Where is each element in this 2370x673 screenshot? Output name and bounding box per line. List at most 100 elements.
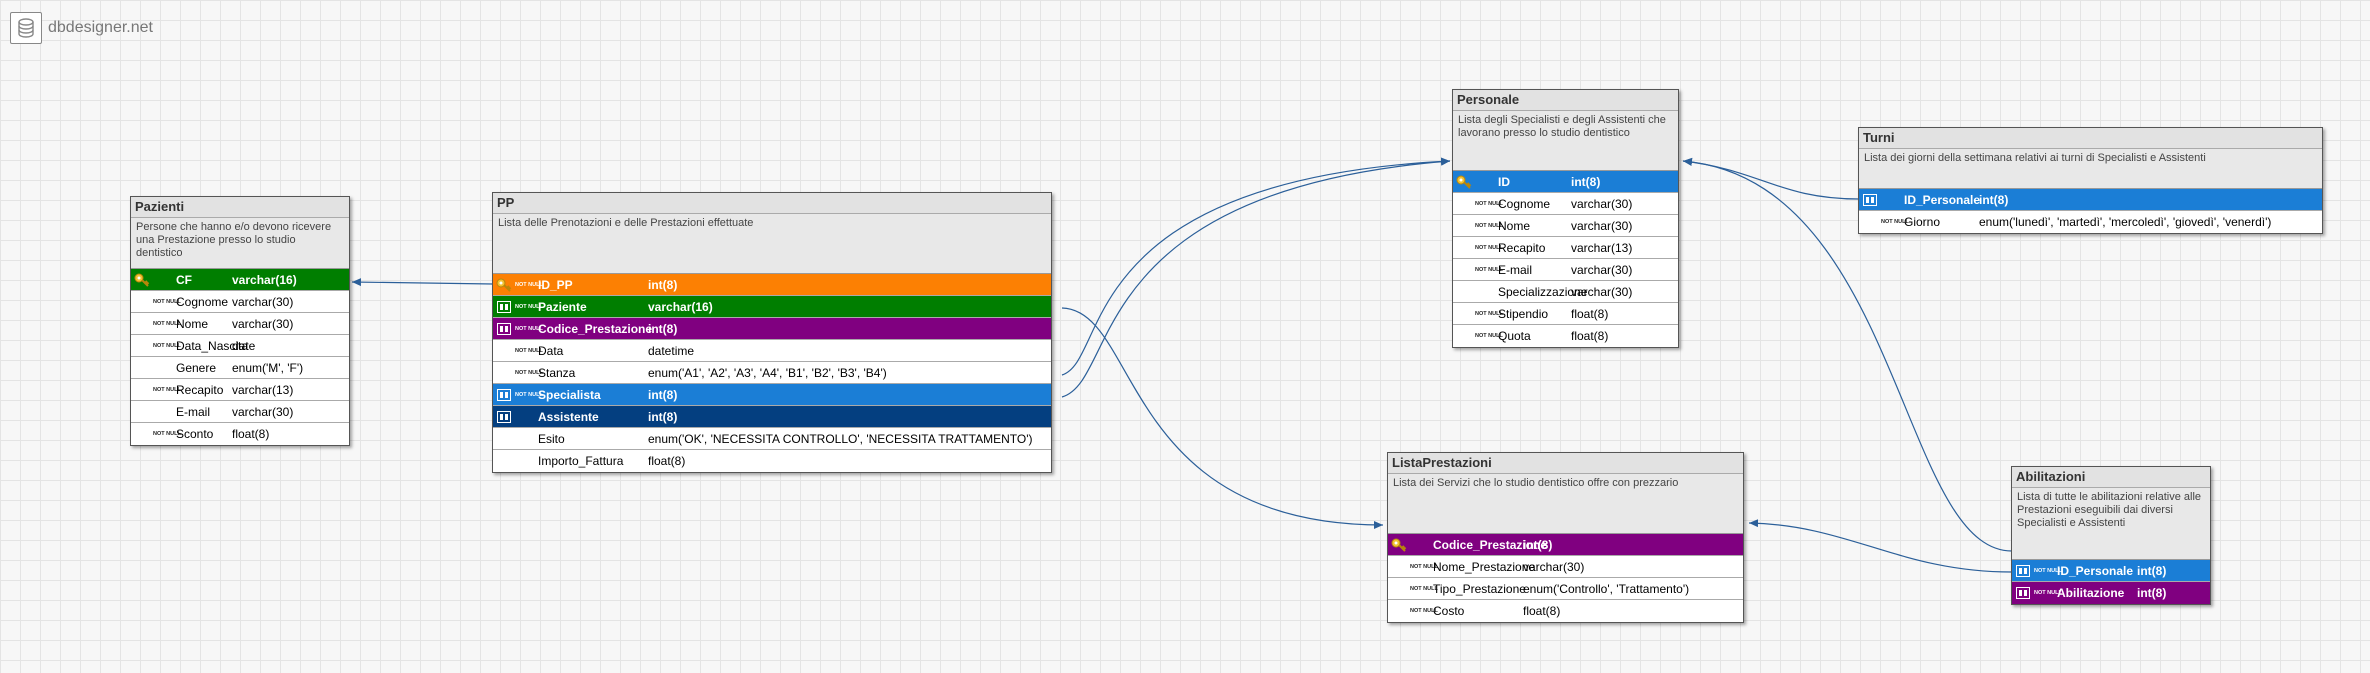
column-type: varchar(30) [232, 317, 294, 331]
column-type: float(8) [1523, 604, 1561, 618]
table-listaprestazioni[interactable]: ListaPrestazioni Lista dei Servizi che lo… [1387, 452, 1744, 623]
table-pazienti[interactable]: Pazienti Persone che hanno e/o devono ric… [130, 196, 350, 446]
column-name: Cognome [176, 294, 229, 309]
table-row[interactable]: Codice_Prestazione int(8) [1388, 534, 1743, 556]
column-name: Giorno [1904, 215, 1941, 229]
column-type: int(8) [648, 410, 678, 424]
table-abilitazioni[interactable]: Abilitazioni Lista di tutte le abilitazio… [2011, 466, 2211, 605]
column-name: Recapito [1498, 240, 1546, 255]
column-name: Nome [1498, 218, 1531, 233]
foreign-key-icon [493, 322, 515, 335]
table-row[interactable]: NOT NULL Nome varchar(30) [131, 313, 349, 335]
table-row[interactable]: NOT NULL Stipendio float(8) [1453, 303, 1678, 325]
table-description: Lista dei giorni della settimana relativ… [1859, 149, 2322, 189]
column-name: Importo_Fattura [538, 454, 624, 468]
table-row[interactable]: NOT NULL Paziente varchar(16) [493, 296, 1051, 318]
column-name: ID_PP [538, 277, 573, 292]
not-null-marker: NOT NULL [515, 347, 543, 354]
table-row[interactable]: NOT NULL Recapito varchar(13) [131, 379, 349, 401]
column-type: enum('M', 'F') [232, 361, 304, 375]
key-icon [1453, 175, 1475, 189]
app-logo[interactable]: dbdesigner.net [10, 12, 153, 44]
not-null-marker: NOT NULL [515, 325, 543, 332]
foreign-key-icon [493, 410, 515, 423]
column-name: E-mail [1498, 262, 1533, 277]
not-null-marker: NOT NULL [153, 342, 181, 349]
not-null-marker: NOT NULL [1475, 310, 1503, 317]
column-name: Abilitazione [2057, 586, 2125, 600]
table-title[interactable]: Turni [1859, 128, 2322, 149]
table-row[interactable]: NOT NULL Cognome varchar(30) [131, 291, 349, 313]
column-name: Quota [1498, 329, 1531, 343]
table-row[interactable]: Importo_Fattura float(8) [493, 450, 1051, 472]
link-turni-to-personale-id [1682, 158, 1860, 200]
table-row[interactable]: Esito enum('OK', 'NECESSITA CONTROLLO', '… [493, 428, 1051, 450]
table-row[interactable]: Assistente int(8) [493, 406, 1051, 428]
table-row[interactable]: NOT NULL Giorno enum('lunedì', 'martedì', … [1859, 211, 2322, 233]
column-name: ID_Personale [1904, 192, 1981, 207]
table-row[interactable]: NOT NULL Cognome varchar(30) [1453, 193, 1678, 215]
table-row[interactable]: NOT NULL Abilitazione int(8) [2012, 582, 2210, 604]
table-row[interactable]: NOT NULL E-mail varchar(30) [1453, 259, 1678, 281]
table-row[interactable]: NOT NULL Recapito varchar(13) [1453, 237, 1678, 259]
not-null-marker: NOT NULL [1475, 200, 1503, 207]
column-type: varchar(30) [1571, 263, 1633, 277]
table-title[interactable]: Personale [1453, 90, 1678, 111]
table-row[interactable]: NOT NULL Sconto float(8) [131, 423, 349, 445]
column-type: int(8) [2137, 564, 2167, 578]
table-title[interactable]: PP [493, 193, 1051, 214]
not-null-marker: NOT NULL [515, 303, 543, 310]
table-row[interactable]: NOT NULL Stanza enum('A1', 'A2', 'A3', 'A4… [493, 362, 1051, 384]
table-pp[interactable]: PP Lista delle Prenotazioni e delle Prest… [492, 192, 1052, 473]
table-row[interactable]: NOT NULL Data datetime [493, 340, 1051, 362]
column-type: varchar(16) [648, 300, 713, 314]
table-turni[interactable]: Turni Lista dei giorni della settimana re… [1858, 127, 2323, 234]
table-row[interactable]: Specializzazione varchar(30) [1453, 281, 1678, 303]
table-title[interactable]: Pazienti [131, 197, 349, 218]
table-description: Lista di tutte le abilitazioni relative … [2012, 488, 2210, 560]
column-type: enum('A1', 'A2', 'A3', 'A4', 'B1', 'B2',… [648, 366, 887, 380]
table-row[interactable]: NOT NULL Data_Nascita date [131, 335, 349, 357]
table-description: Persone che hanno e/o devono ricevere un… [131, 218, 349, 269]
table-row[interactable]: NOT NULL ID_PP int(8) [493, 274, 1051, 296]
table-row[interactable]: ID int(8) [1453, 171, 1678, 193]
table-row[interactable]: CF varchar(16) [131, 269, 349, 291]
not-null-marker: NOT NULL [515, 281, 543, 288]
column-name: ID [1498, 174, 1510, 189]
table-row[interactable]: Genere enum('M', 'F') [131, 357, 349, 379]
column-type: varchar(13) [232, 383, 294, 397]
not-null-marker: NOT NULL [153, 431, 181, 437]
table-row[interactable]: E-mail varchar(30) [131, 401, 349, 423]
table-title[interactable]: ListaPrestazioni [1388, 453, 1743, 474]
table-row[interactable]: NOT NULL Tipo_Prestazione enum('Controllo'… [1388, 578, 1743, 600]
not-null-marker: NOT NULL [1410, 608, 1438, 614]
key-icon [1388, 538, 1410, 552]
table-row[interactable]: NOT NULL Nome_Prestazione varchar(30) [1388, 556, 1743, 578]
table-row[interactable]: NOT NULL Costo float(8) [1388, 600, 1743, 622]
table-title[interactable]: Abilitazioni [2012, 467, 2210, 488]
column-name: Stipendio [1498, 306, 1549, 321]
column-type: enum('lunedì', 'martedì', 'mercoledì', '… [1979, 215, 2272, 229]
column-type: varchar(30) [1571, 285, 1633, 299]
table-row[interactable]: NOT NULL Codice_Prestazione int(8) [493, 318, 1051, 340]
column-name: E-mail [176, 404, 211, 419]
foreign-key-icon [2012, 587, 2034, 599]
column-type: varchar(16) [232, 273, 297, 287]
key-icon [131, 273, 153, 287]
column-name: Stanza [538, 365, 576, 380]
column-name: CF [176, 272, 192, 287]
table-description: Lista degli Specialisti e degli Assisten… [1453, 111, 1678, 171]
table-row[interactable]: NOT NULL Nome varchar(30) [1453, 215, 1678, 237]
table-row[interactable]: NOT NULL Specialista int(8) [493, 384, 1051, 406]
not-null-marker: NOT NULL [1475, 333, 1503, 339]
column-type: varchar(30) [1571, 219, 1633, 233]
link-abilitazioni-to-listaprestazioni [1748, 519, 2013, 573]
table-row[interactable]: NOT NULL Quota float(8) [1453, 325, 1678, 347]
table-personale[interactable]: Personale Lista degli Specialisti e degli… [1452, 89, 1679, 348]
column-type: int(8) [2137, 586, 2167, 600]
table-row[interactable]: NOT NULL ID_Personale int(8) [2012, 560, 2210, 582]
not-null-marker: NOT NULL [153, 320, 181, 327]
table-row[interactable]: ID_Personale int(8) [1859, 189, 2322, 211]
column-name: Esito [538, 431, 565, 446]
not-null-marker: NOT NULL [1475, 266, 1503, 273]
